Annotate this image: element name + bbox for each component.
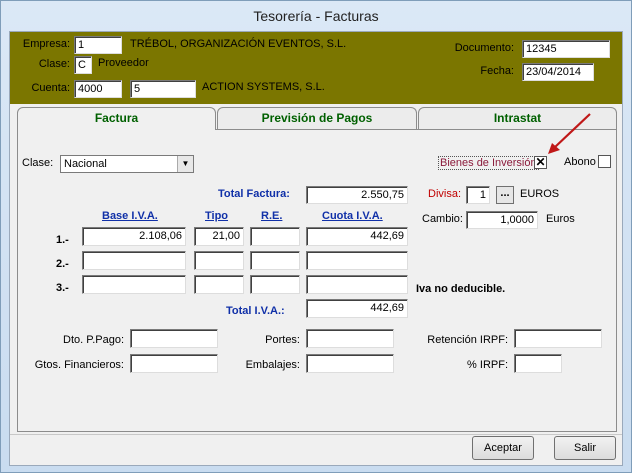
cuota-iva-input[interactable] xyxy=(306,275,408,294)
cuenta-sub-input[interactable]: 5 xyxy=(130,80,196,98)
cambio-unit: Euros xyxy=(546,213,575,225)
cuenta-code-input[interactable]: 4000 xyxy=(74,80,122,98)
fecha-input[interactable]: 23/04/2014 xyxy=(522,63,594,81)
embalajes-input[interactable] xyxy=(306,354,394,373)
window-title: Tesorería - Facturas xyxy=(253,8,379,24)
factura-clase-select[interactable]: Nacional ▼ xyxy=(60,155,194,173)
divisa-lookup-button[interactable]: ... xyxy=(496,186,514,204)
tipo-input[interactable] xyxy=(194,275,244,294)
footer-divider xyxy=(10,434,622,435)
iva-no-deducible-label: Iva no deducible. xyxy=(416,283,506,295)
clase-code-input[interactable]: C xyxy=(74,56,92,74)
dto-pago-input[interactable] xyxy=(130,329,218,348)
tab-factura[interactable]: Factura xyxy=(17,107,216,130)
cambio-input[interactable]: 1,0000 xyxy=(466,211,538,229)
retencion-irpf-label: Retención IRPF: xyxy=(427,334,508,346)
empresa-label: Empresa: xyxy=(22,38,70,50)
total-factura-input[interactable]: 2.550,75 xyxy=(306,186,408,204)
cuota-iva-input[interactable]: 442,69 xyxy=(306,227,408,246)
base-iva-input[interactable] xyxy=(82,275,186,294)
row-label: 3.- xyxy=(56,282,69,294)
portes-label: Portes: xyxy=(265,334,300,346)
abono-checkbox[interactable] xyxy=(598,155,611,168)
divisa-name: EUROS xyxy=(520,188,560,200)
dto-pago-label: Dto. P.Pago: xyxy=(63,334,124,346)
chevron-down-icon[interactable]: ▼ xyxy=(177,156,193,172)
total-factura-label: Total Factura: xyxy=(218,188,290,200)
arrow-annotation-icon xyxy=(548,113,591,154)
aceptar-button[interactable]: Aceptar xyxy=(472,436,534,460)
re-input[interactable] xyxy=(250,275,300,294)
factura-clase-value: Nacional xyxy=(64,158,107,170)
row-label: 1.- xyxy=(56,234,69,246)
irpf-percent-label: % IRPF: xyxy=(467,359,508,371)
base-iva-input[interactable] xyxy=(82,251,186,270)
total-iva-input[interactable]: 442,69 xyxy=(306,299,408,318)
cambio-label: Cambio: xyxy=(422,213,463,225)
fecha-label: Fecha: xyxy=(480,65,514,77)
factura-clase-label: Clase: xyxy=(22,157,54,169)
gtos-financieros-input[interactable] xyxy=(130,354,218,373)
clase-name: Proveedor xyxy=(98,57,149,69)
portes-input[interactable] xyxy=(306,329,394,348)
tab-control: Factura Previsión de Pagos Intrastat Cla… xyxy=(17,107,617,432)
total-iva-label: Total I.V.A.: xyxy=(226,305,285,317)
client-area: Empresa: 1 TRÉBOL, ORGANIZACIÓN EVENTOS,… xyxy=(9,31,623,466)
empresa-name: TRÉBOL, ORGANIZACIÓN EVENTOS, S.L. xyxy=(130,38,347,50)
col-re-header: R.E. xyxy=(261,210,283,222)
tab-prevision-pagos[interactable]: Previsión de Pagos xyxy=(217,107,417,129)
gtos-financieros-label: Gtos. Financieros: xyxy=(34,359,124,371)
retencion-irpf-input[interactable] xyxy=(514,329,602,348)
row-label: 2.- xyxy=(56,258,69,270)
tipo-input[interactable] xyxy=(194,251,244,270)
col-tipo-header: Tipo xyxy=(205,210,229,222)
base-iva-input[interactable]: 2.108,06 xyxy=(82,227,186,246)
documento-input[interactable]: 12345 xyxy=(522,40,610,58)
salir-button[interactable]: Salir xyxy=(554,436,616,460)
re-input[interactable] xyxy=(250,251,300,270)
window: Tesorería - Facturas Empresa: 1 TRÉBOL, … xyxy=(0,0,632,473)
re-input[interactable] xyxy=(250,227,300,246)
tipo-input[interactable]: 21,00 xyxy=(194,227,244,246)
empresa-code-input[interactable]: 1 xyxy=(74,36,122,54)
divisa-input[interactable]: 1 xyxy=(466,186,490,204)
documento-label: Documento: xyxy=(454,42,514,54)
cuota-iva-input[interactable] xyxy=(306,251,408,270)
header-panel: Empresa: 1 TRÉBOL, ORGANIZACIÓN EVENTOS,… xyxy=(10,32,622,104)
cuenta-name: ACTION SYSTEMS, S.L. xyxy=(202,81,325,93)
divisa-label: Divisa: xyxy=(428,188,462,200)
clase-label: Clase: xyxy=(38,58,70,70)
col-base-header: Base I.V.A. xyxy=(102,210,158,222)
bienes-inversion-label: Bienes de Inversión xyxy=(438,156,539,170)
cuenta-label: Cuenta: xyxy=(31,82,70,94)
irpf-percent-input[interactable] xyxy=(514,354,562,373)
embalajes-label: Embalajes: xyxy=(245,359,300,371)
col-cuota-header: Cuota I.V.A. xyxy=(322,210,383,222)
factura-panel: Clase: Nacional ▼ Bienes de Inversión ✕ … xyxy=(17,113,617,432)
